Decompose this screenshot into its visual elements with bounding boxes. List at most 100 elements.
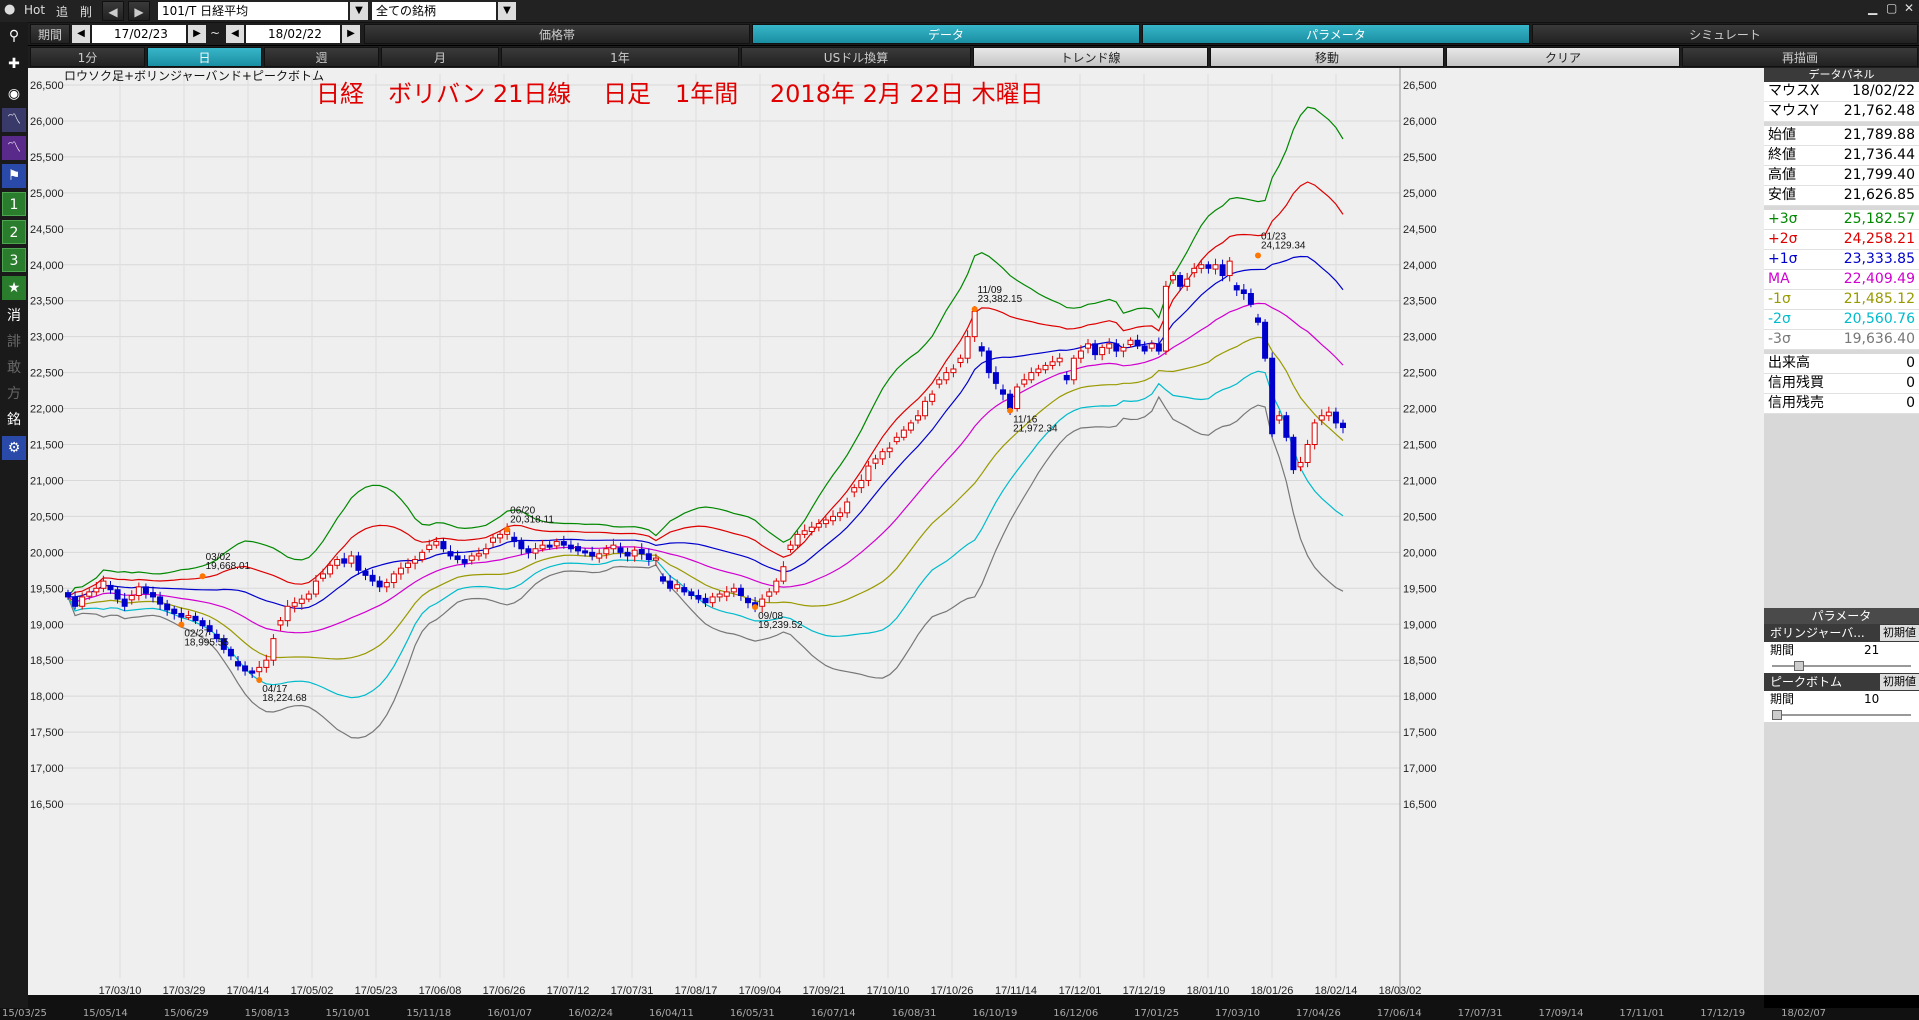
candle-body [1177, 275, 1184, 287]
candle-body [929, 393, 936, 402]
candle-body [320, 573, 326, 579]
candlestick-chart[interactable]: 26,500 26,500 26,000 26,000 25,500 25,500 25,0… [28, 68, 1764, 997]
next-symbol-button[interactable]: ▶ [128, 1, 150, 21]
band-row: -1σ 21,485.12 [1764, 290, 1919, 310]
timeframe-week[interactable]: 週 [264, 47, 379, 67]
universe-dropdown-icon[interactable]: ▼ [498, 2, 516, 20]
sidebar-kanji-3[interactable]: 敢 [2, 356, 26, 380]
universe-field[interactable]: 全ての銘柄 [372, 2, 496, 20]
move-button[interactable]: 移動 [1210, 47, 1444, 67]
candle-body [723, 591, 730, 597]
bollinger-period-slider[interactable] [1764, 659, 1919, 673]
volume-value: 0 [1906, 355, 1915, 371]
peak-reset-button[interactable]: 初期値 [1880, 674, 1919, 690]
candle-body [660, 576, 666, 582]
candle-body [539, 544, 546, 550]
candle-body [405, 562, 411, 568]
candle-body [900, 429, 907, 438]
history-timeline[interactable]: 15/03/25 15/05/14 15/06/29 15/08/13 15/10/01… [0, 1008, 1919, 1020]
peak-bottom-marker [256, 677, 263, 684]
to-date-field[interactable]: 18/02/22 [246, 25, 340, 43]
bollinger-period-value[interactable]: 21 [1864, 642, 1879, 659]
layout-1-button[interactable]: 1 [2, 192, 26, 216]
layout-2-button[interactable]: 2 [2, 220, 26, 244]
tab-parameter[interactable]: パラメータ [1142, 24, 1530, 44]
redraw-button[interactable]: 再描画 [1682, 47, 1918, 67]
mouse-label: マウスY [1768, 103, 1819, 119]
peak-period-slider[interactable] [1764, 708, 1919, 722]
maximize-icon[interactable]: ▢ [1886, 1, 1897, 15]
timeframe-month[interactable]: 月 [381, 47, 499, 67]
line-chart-icon[interactable]: 〽 [2, 108, 26, 132]
ohlc-label: 始値 [1768, 127, 1796, 143]
candle-body [128, 594, 135, 601]
close-icon[interactable]: ✕ [1904, 1, 1914, 15]
symbol-dropdown-icon[interactable]: ▼ [350, 2, 368, 20]
symbol-field[interactable]: 101/T 日経平均 [158, 2, 348, 20]
peak-bottom-marker [178, 621, 185, 628]
y-tick-label-right: 16,500 [1403, 799, 1437, 811]
candle-body [709, 596, 716, 604]
y-tick-label-left: 17,500 [30, 727, 64, 739]
x-tick-label: 17/03/29 [163, 985, 206, 995]
flag-icon[interactable]: ⚑ [2, 164, 26, 188]
candle-body [397, 567, 404, 575]
bollinger-reset-button[interactable]: 初期値 [1880, 625, 1919, 641]
tab-data[interactable]: データ [752, 24, 1140, 44]
delete-button[interactable]: 削 [80, 3, 92, 20]
candle-body [1226, 260, 1233, 277]
x-tick-label: 17/08/17 [675, 985, 718, 995]
candle-body [1056, 357, 1063, 363]
peak-period-value[interactable]: 10 [1864, 691, 1879, 708]
layout-3-button[interactable]: 3 [2, 248, 26, 272]
candle-body [1113, 343, 1120, 352]
minimize-icon[interactable]: ▁ [1868, 1, 1877, 15]
timeframe-day[interactable]: 日 [147, 47, 262, 67]
from-next-icon[interactable]: ▶ [188, 25, 206, 43]
candle-body [341, 558, 348, 564]
y-tick-label-right: 17,500 [1403, 727, 1437, 739]
gear-icon[interactable]: ⚙ [2, 436, 26, 460]
from-date-field[interactable]: 17/02/23 [92, 25, 186, 43]
y-tick-label-right: 23,500 [1403, 296, 1437, 308]
from-prev-icon[interactable]: ◀ [72, 25, 90, 43]
band-row: +1σ 23,333.85 [1764, 250, 1919, 270]
indicator-chart-icon[interactable]: 〽 [2, 136, 26, 160]
sidebar-kanji-2[interactable]: 誹 [2, 330, 26, 354]
sidebar-symbol-button[interactable]: 銘 [2, 408, 26, 432]
prev-symbol-button[interactable]: ◀ [102, 1, 124, 21]
to-prev-icon[interactable]: ◀ [226, 25, 244, 43]
tab-simulate[interactable]: シミュレート [1532, 24, 1918, 44]
candle-body [638, 548, 645, 555]
candle-body [376, 580, 383, 588]
candle-body [971, 310, 978, 338]
band-row: +2σ 24,258.21 [1764, 230, 1919, 250]
hot-label[interactable]: Hot [24, 3, 45, 17]
band-label: +1σ [1768, 251, 1798, 267]
candle-body [815, 523, 822, 528]
y-tick-label-left: 20,000 [30, 547, 64, 559]
chart-area[interactable]: 26,500 26,500 26,000 26,000 25,500 25,500 25,0… [28, 68, 1764, 997]
candle-body [1085, 343, 1091, 349]
range-1year[interactable]: 1年 [501, 47, 739, 67]
band-value: 20,560.76 [1843, 311, 1915, 327]
crosshair-icon[interactable]: ✚ [2, 52, 26, 76]
timeline-label: 16/12/06 [1053, 1008, 1099, 1019]
star-icon[interactable]: ★ [2, 276, 26, 300]
tab-price-band[interactable]: 価格帯 [364, 24, 750, 44]
add-button[interactable]: 追 [56, 3, 68, 20]
candle-body [298, 598, 305, 604]
candle-body [1162, 285, 1169, 352]
trendline-button[interactable]: トレンド線 [973, 47, 1208, 67]
bulb-icon[interactable]: ● [4, 2, 15, 17]
to-next-icon[interactable]: ▶ [342, 25, 360, 43]
x-tick-label: 17/09/04 [739, 985, 782, 995]
sidebar-erase-button[interactable]: 消 [2, 304, 26, 328]
clear-button[interactable]: クリア [1446, 47, 1680, 67]
sidebar-kanji-4[interactable]: 方 [2, 382, 26, 406]
candle-body [249, 670, 256, 674]
usd-convert-button[interactable]: USドル換算 [741, 47, 971, 67]
timeframe-1min[interactable]: 1分 [30, 47, 145, 67]
camera-icon[interactable]: ◉ [2, 82, 26, 106]
search-icon[interactable]: ⚲ [2, 24, 26, 48]
